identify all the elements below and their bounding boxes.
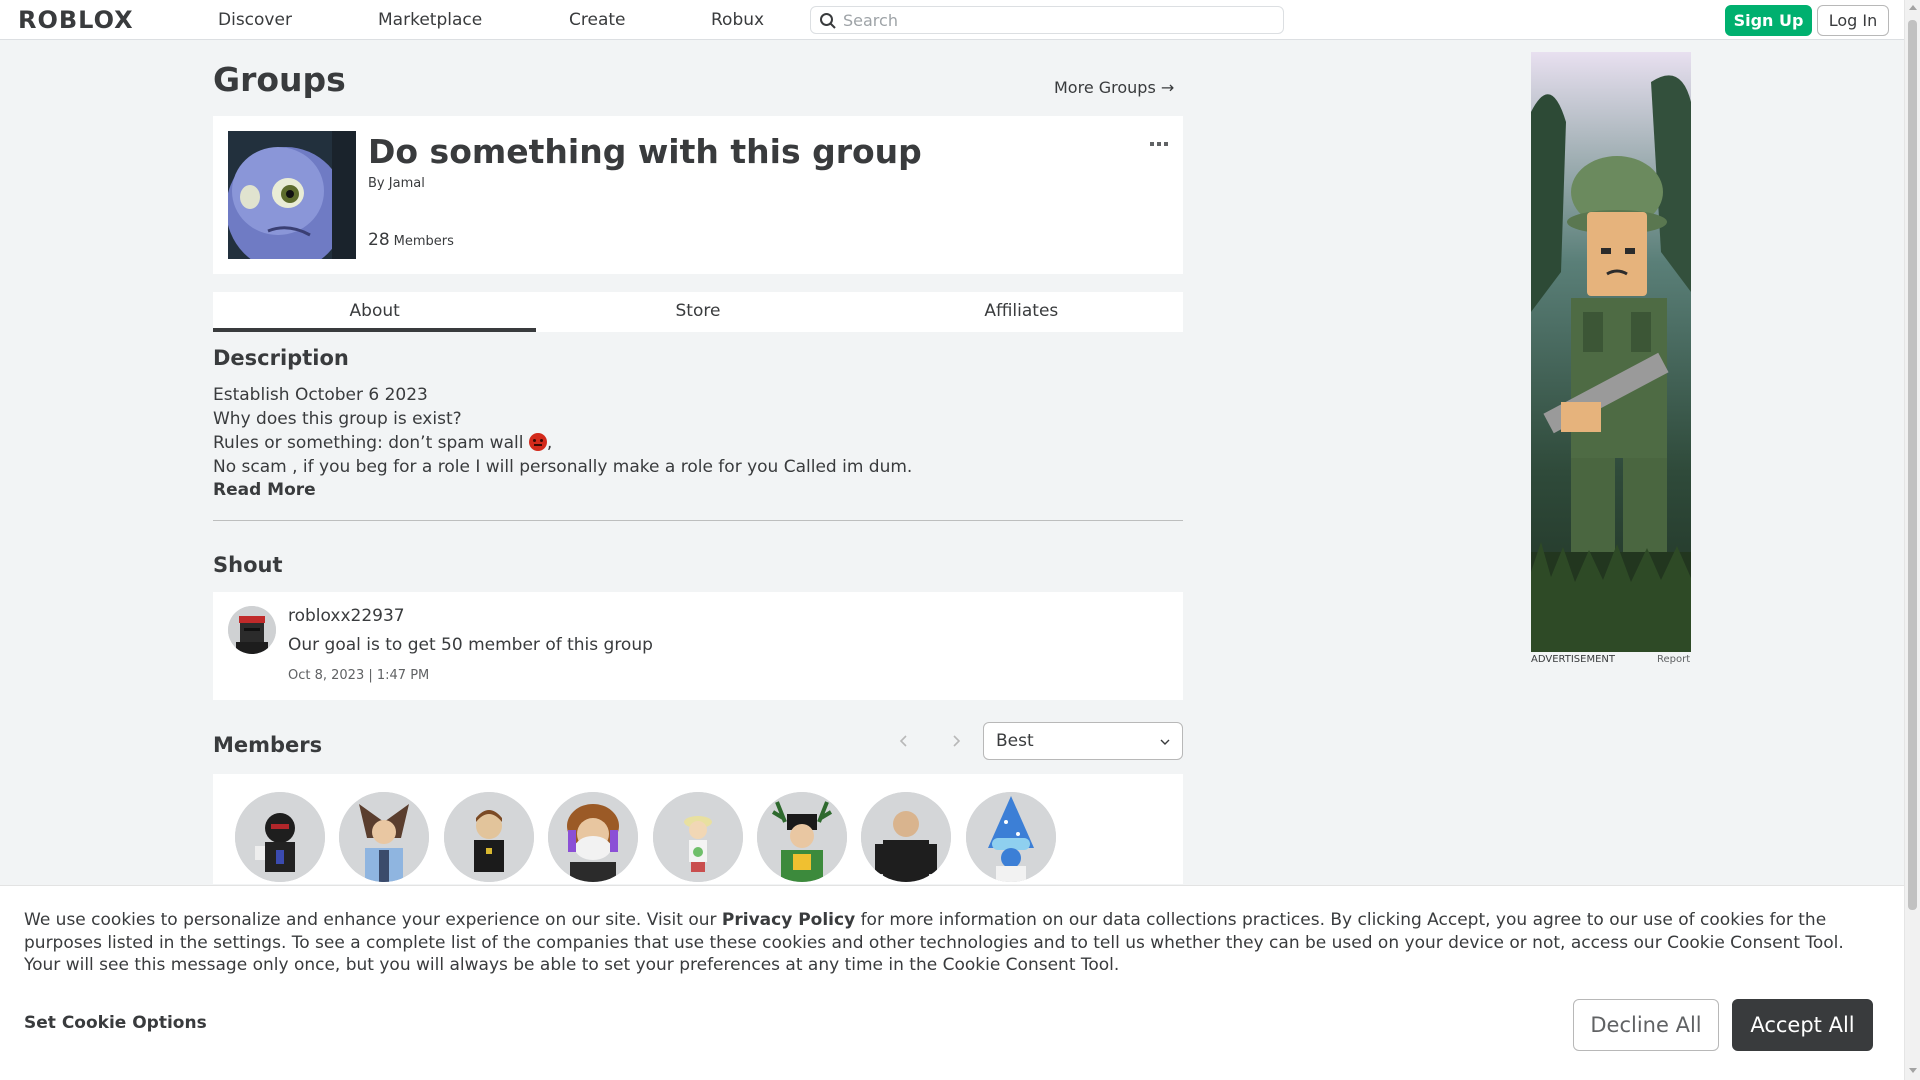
page-title: Groups — [213, 60, 346, 99]
member-count: 28 Members — [368, 230, 454, 250]
members-list — [213, 774, 1183, 884]
tab-store[interactable]: Store — [536, 292, 859, 332]
scroll-down-icon[interactable] — [1909, 1068, 1917, 1073]
member-avatar[interactable] — [235, 792, 325, 882]
members-heading: Members — [213, 733, 323, 757]
description-line-text: Rules or something: don’t spam wall — [213, 433, 524, 453]
member-avatar[interactable] — [757, 792, 847, 882]
nav-discover[interactable]: Discover — [218, 10, 292, 30]
group-header-card: Do something with this group By Jamal 28… — [213, 116, 1183, 274]
privacy-policy-link[interactable]: Privacy Policy — [722, 910, 855, 930]
member-avatar[interactable] — [966, 792, 1056, 882]
by-label: By — [368, 176, 385, 191]
avatar[interactable] — [228, 606, 276, 654]
members-sort-select[interactable]: Best — [983, 722, 1183, 760]
ad-label: ADVERTISEMENT — [1531, 654, 1616, 665]
top-navigation: ROBLOX Discover Marketplace Create Robux… — [0, 0, 1904, 40]
chevron-right-icon[interactable] — [948, 733, 964, 749]
member-avatar[interactable] — [444, 792, 534, 882]
sort-selected-value: Best — [996, 731, 1034, 751]
tab-affiliates[interactable]: Affiliates — [860, 292, 1183, 332]
member-avatar[interactable] — [548, 792, 638, 882]
advertisement-banner[interactable] — [1531, 52, 1691, 652]
description-line: No scam , if you beg for a role I will p… — [213, 457, 913, 477]
member-avatar[interactable] — [339, 792, 429, 882]
member-count-label: Members — [393, 234, 454, 249]
sign-up-button[interactable]: Sign Up — [1725, 5, 1812, 36]
shout-card: robloxx22937 Our goal is to get 50 membe… — [213, 592, 1183, 700]
set-cookie-options-link[interactable]: Set Cookie Options — [24, 1013, 207, 1033]
ad-report-link[interactable]: Report — [1657, 654, 1690, 665]
search-icon — [820, 13, 836, 29]
cookie-text-start: We use cookies to personalize and enhanc… — [24, 910, 722, 930]
shout-username[interactable]: robloxx22937 — [288, 606, 405, 626]
member-avatar[interactable] — [861, 792, 951, 882]
search-input[interactable] — [843, 9, 1273, 31]
description-line-suffix: , — [546, 433, 553, 453]
group-owner-line: By Jamal — [368, 176, 425, 191]
roblox-logo[interactable]: ROBLOX — [18, 6, 134, 34]
page-scrollbar[interactable] — [1904, 0, 1920, 1080]
nav-create[interactable]: Create — [569, 10, 626, 30]
section-divider — [213, 520, 1183, 521]
ellipsis-icon[interactable] — [1150, 132, 1168, 151]
chevron-left-icon[interactable] — [896, 733, 912, 749]
description-line: Rules or something: don’t spam wall , — [213, 431, 1183, 455]
member-avatar[interactable] — [653, 792, 743, 882]
shout-heading: Shout — [213, 553, 283, 577]
cookie-message: We use cookies to personalize and enhanc… — [24, 909, 1884, 977]
description-line: Establish October 6 2023 — [213, 385, 428, 405]
shout-timestamp: Oct 8, 2023 | 1:47 PM — [288, 668, 430, 683]
group-tabs: About Store Affiliates — [213, 292, 1183, 332]
decline-all-button[interactable]: Decline All — [1573, 999, 1719, 1051]
scrollbar-thumb[interactable] — [1908, 20, 1917, 910]
shout-message: Our goal is to get 50 member of this gro… — [288, 635, 653, 655]
group-owner-link[interactable]: Jamal — [389, 176, 425, 191]
angry-face-icon — [528, 433, 547, 451]
nav-robux[interactable]: Robux — [711, 10, 764, 30]
read-more-link[interactable]: Read More — [213, 480, 316, 500]
group-name: Do something with this group — [368, 132, 922, 171]
member-count-value: 28 — [368, 230, 390, 250]
description-line: Why does this group is exist? — [213, 409, 462, 429]
more-groups-link[interactable]: More Groups → — [1054, 78, 1174, 97]
log-in-button[interactable]: Log In — [1817, 5, 1889, 36]
accept-all-button[interactable]: Accept All — [1732, 999, 1873, 1051]
cookie-consent-banner: We use cookies to personalize and enhanc… — [0, 885, 1904, 1080]
tab-about[interactable]: About — [213, 292, 537, 332]
description-heading: Description — [213, 346, 349, 370]
chevron-down-icon — [1160, 739, 1170, 745]
nav-marketplace[interactable]: Marketplace — [378, 10, 482, 30]
search-box[interactable] — [810, 6, 1284, 34]
description-text: Establish October 6 2023 Why does this g… — [213, 383, 1183, 479]
scroll-up-icon[interactable] — [1909, 5, 1917, 10]
group-emblem — [228, 131, 356, 259]
